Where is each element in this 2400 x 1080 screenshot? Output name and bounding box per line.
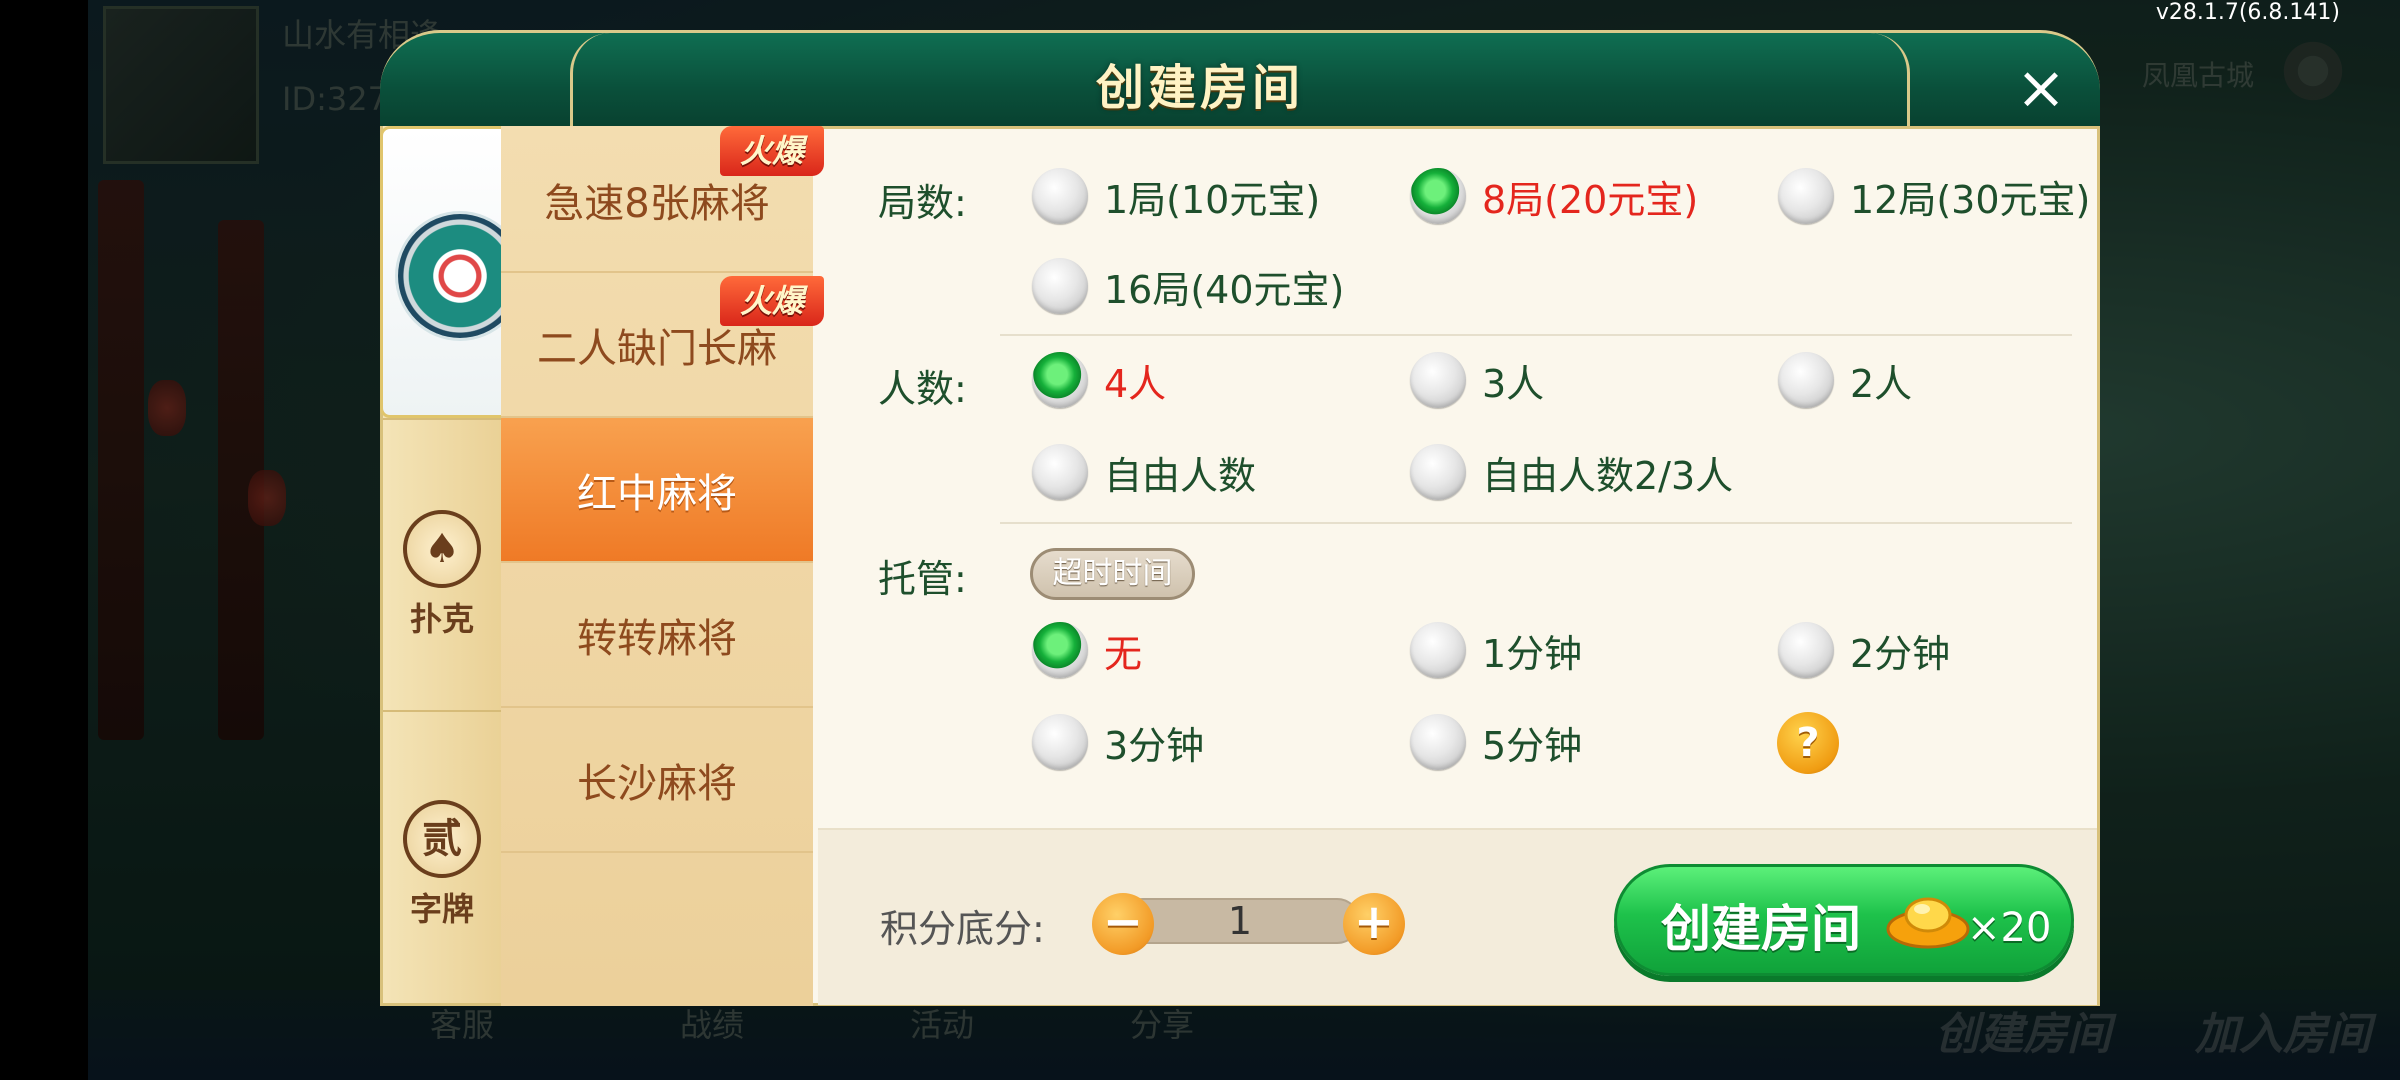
radio-icon bbox=[1032, 714, 1088, 770]
timeout-tag: 超时时间 bbox=[1030, 548, 1195, 600]
players-option-free[interactable]: 自由人数 bbox=[1032, 444, 1256, 500]
game-label: 转转麻将 bbox=[577, 615, 737, 662]
spade-icon: ♠ bbox=[403, 510, 481, 588]
radio-icon bbox=[1032, 258, 1088, 314]
players-option-3[interactable]: 3人 bbox=[1410, 352, 1544, 408]
hosting-label: 托管: bbox=[878, 557, 967, 601]
game-label: 急速8张麻将 bbox=[544, 180, 770, 227]
version-label: v28.1.7(6.8.141) bbox=[2155, 0, 2340, 25]
divider bbox=[1000, 522, 2072, 524]
radio-icon bbox=[1410, 444, 1466, 500]
hosting-option-1min[interactable]: 1分钟 bbox=[1410, 622, 1582, 678]
radio-checked-icon bbox=[1032, 622, 1088, 678]
game-item-hongzhong[interactable]: 红中麻将 bbox=[501, 418, 813, 563]
base-score-label: 积分底分: bbox=[880, 907, 1045, 951]
close-button[interactable]: × bbox=[2013, 58, 2069, 118]
radio-icon bbox=[1778, 352, 1834, 408]
players-option-2[interactable]: 2人 bbox=[1778, 352, 1912, 408]
rounds-option-16[interactable]: 16局(40元宝) bbox=[1032, 258, 1344, 314]
players-option-free-23[interactable]: 自由人数2/3人 bbox=[1410, 444, 1733, 500]
gold-ingot-icon bbox=[1886, 897, 1970, 949]
base-score-value: 1 bbox=[1227, 899, 1253, 943]
hot-badge: 火爆 bbox=[720, 276, 824, 326]
hosting-option-2min[interactable]: 2分钟 bbox=[1778, 622, 1950, 678]
radio-icon bbox=[1032, 168, 1088, 224]
players-option-4[interactable]: 4人 bbox=[1032, 352, 1166, 408]
rounds-option-12[interactable]: 12局(30元宝) bbox=[1778, 168, 2090, 224]
hot-badge: 火爆 bbox=[720, 126, 824, 176]
game-label: 长沙麻将 bbox=[577, 760, 737, 807]
game-item-zhuanzhuan[interactable]: 转转麻将 bbox=[501, 563, 813, 708]
rounds-option-8[interactable]: 8局(20元宝) bbox=[1410, 168, 1698, 224]
divider bbox=[383, 710, 501, 712]
game-label: 红中麻将 bbox=[577, 470, 737, 517]
radio-icon bbox=[1410, 352, 1466, 408]
decrement-button[interactable]: − bbox=[1092, 893, 1154, 955]
category-label-zipai: 字牌 bbox=[409, 890, 474, 928]
rounds-option-1[interactable]: 1局(10元宝) bbox=[1032, 168, 1320, 224]
divider bbox=[383, 418, 501, 420]
hosting-option-3min[interactable]: 3分钟 bbox=[1032, 714, 1204, 770]
tile-er-icon: 贰 bbox=[403, 800, 481, 878]
radio-checked-icon bbox=[1032, 352, 1088, 408]
create-room-cost: ×20 bbox=[1967, 905, 2052, 951]
game-item-changsha[interactable]: 长沙麻将 bbox=[501, 708, 813, 853]
radio-icon bbox=[1778, 168, 1834, 224]
category-tab-zipai[interactable]: 贰 字牌 bbox=[383, 800, 501, 930]
create-room-button[interactable]: 创建房间 ×20 bbox=[1614, 864, 2074, 976]
radio-icon bbox=[1032, 444, 1088, 500]
divider bbox=[1000, 334, 2072, 336]
increment-button[interactable]: + bbox=[1343, 893, 1405, 955]
category-tab-poker[interactable]: ♠ 扑克 bbox=[383, 510, 501, 640]
help-question-icon[interactable]: ? bbox=[1777, 712, 1839, 774]
radio-icon bbox=[1410, 622, 1466, 678]
hosting-option-none[interactable]: 无 bbox=[1032, 622, 1142, 678]
players-label: 人数: bbox=[878, 367, 967, 411]
radio-checked-icon bbox=[1410, 168, 1466, 224]
radio-icon bbox=[1778, 622, 1834, 678]
category-label-poker: 扑克 bbox=[409, 600, 474, 638]
radio-icon bbox=[1410, 714, 1466, 770]
hosting-option-5min[interactable]: 5分钟 bbox=[1410, 714, 1582, 770]
rounds-label: 局数: bbox=[878, 181, 967, 225]
create-room-label: 创建房间 bbox=[1661, 900, 1861, 958]
